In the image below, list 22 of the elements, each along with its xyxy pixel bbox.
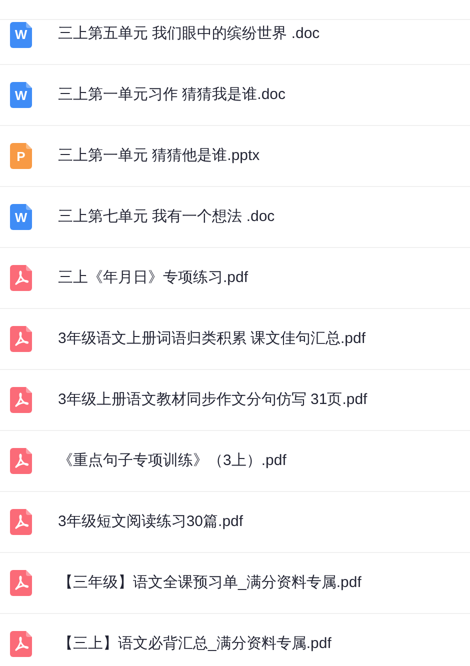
file-name[interactable]: 【三年级】语文全课预习单_满分资料专属.pdf <box>58 572 362 594</box>
pdf-file-icon <box>10 265 32 291</box>
presentation-file-icon: P <box>10 143 32 169</box>
pdf-file-icon <box>10 570 32 596</box>
pdf-file-icon <box>10 387 32 413</box>
file-name[interactable]: 3年级短文阅读练习30篇.pdf <box>58 510 244 534</box>
pdf-file-icon <box>10 631 32 657</box>
file-name[interactable]: 三上《年月日》专项练习.pdf <box>58 266 248 290</box>
file-name[interactable]: 《重点句子专项训练》（3上）.pdf <box>58 450 286 472</box>
file-name[interactable]: 三上第一单元 猜猜他是谁.pptx <box>58 144 260 168</box>
pdf-file-icon <box>10 326 32 352</box>
file-name[interactable]: 3年级上册语文教材同步作文分句仿写 31页.pdf <box>58 388 368 412</box>
file-name[interactable]: 三上第五单元 我们眼中的缤纷世界 .doc <box>58 23 320 46</box>
document-file-icon: W <box>10 82 32 108</box>
pdf-file-icon <box>10 448 32 474</box>
document-file-icon: W <box>10 22 32 48</box>
file-name[interactable]: 三上第七单元 我有一个想法 .doc <box>58 206 275 228</box>
file-name[interactable]: 【三上】语文必背汇总_满分资料专属.pdf <box>58 632 332 656</box>
file-name[interactable]: 3年级语文上册词语归类积累 课文佳句汇总.pdf <box>58 328 366 350</box>
file-name[interactable]: 三上第一单元习作 猜猜我是谁.doc <box>58 84 286 106</box>
pdf-file-icon <box>10 509 32 535</box>
document-file-icon: W <box>10 204 32 230</box>
